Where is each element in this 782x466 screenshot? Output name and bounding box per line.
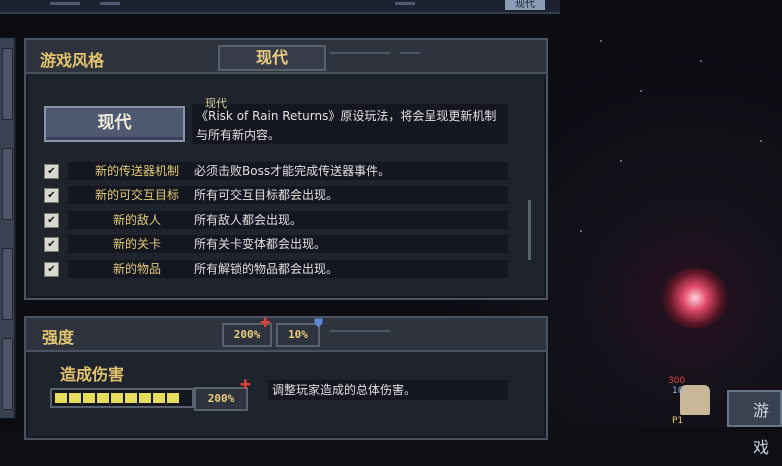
option-row: ✔ 新的物品 所有解锁的物品都会出现。 [44, 260, 510, 278]
hud-value-a: 300 [668, 376, 686, 386]
hud-player-label: P1 [672, 416, 684, 426]
checkbox[interactable]: ✔ [44, 164, 59, 179]
game-style-title: 游戏风格 [40, 51, 105, 70]
tab-modern[interactable]: 现代 [505, 0, 545, 10]
damage-slider[interactable] [50, 388, 194, 408]
option-desc: 所有关卡变体都会出现。 [194, 237, 327, 251]
scrollbar[interactable] [528, 200, 531, 260]
option-label: 新的物品 [112, 262, 161, 276]
description-text: 《Risk of Rain Returns》原设玩法，将会呈现更新机制与所有新内… [196, 109, 497, 142]
checkbox[interactable]: ✔ [44, 237, 59, 252]
option-label: 新的可交互目标 [94, 188, 179, 202]
game-button[interactable]: 游戏 [727, 390, 782, 457]
option-desc: 所有解锁的物品都会出现。 [194, 262, 339, 276]
checkbox[interactable]: ✔ [44, 188, 59, 203]
option-desc: 所有可交互目标都会出现。 [194, 188, 339, 202]
damage-value-plus-icon: ✚ [240, 378, 251, 393]
option-row: ✔ 新的可交互目标 所有可交互目标都会出现。 [44, 186, 510, 204]
intensity-title: 强度 [42, 328, 75, 347]
option-label: 新的敌人 [112, 213, 161, 227]
left-rail [0, 38, 16, 418]
damage-plus-icon: ✚ [260, 316, 271, 331]
hud-value-b: 10 [672, 386, 684, 396]
option-row: ✔ 新的传送器机制 必须击败Boss才能完成传送器事件。 [44, 162, 510, 180]
checkbox[interactable]: ✔ [44, 262, 59, 277]
option-label: 新的关卡 [112, 237, 161, 251]
damage-description: 调整玩家造成的总体伤害。 [272, 383, 417, 397]
checkbox[interactable]: ✔ [44, 213, 59, 228]
option-row: ✔ 新的关卡 所有关卡变体都会出现。 [44, 235, 510, 253]
option-desc: 必须击败Boss才能完成传送器事件。 [194, 164, 391, 178]
teleporter-orb-icon [660, 268, 730, 328]
modern-style-button[interactable]: 现代 [44, 106, 185, 142]
player-character-icon [680, 385, 710, 415]
option-desc: 所有敌人都会出现。 [194, 213, 303, 227]
option-label: 新的传送器机制 [94, 164, 179, 178]
style-selector-button[interactable]: 现代 [218, 45, 326, 71]
option-row: ✔ 新的敌人 所有敌人都会出现。 [44, 211, 510, 229]
shield-icon: ⛊ [314, 316, 324, 330]
top-bar [0, 0, 560, 14]
damage-dealt-label: 造成伤害 [60, 365, 125, 384]
